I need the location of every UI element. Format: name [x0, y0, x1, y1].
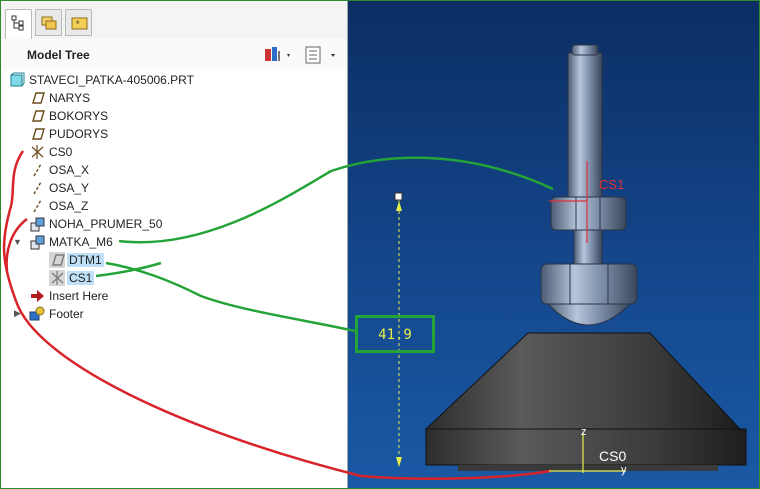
dimension-value[interactable]: 41.9	[358, 327, 432, 343]
window-frame: * Model Tree STAVECI_PATKA-405006.PRT NA…	[0, 0, 760, 489]
cs1-label: CS1	[599, 177, 625, 192]
cs0-label: CS0	[599, 448, 627, 464]
green-annotation-line	[118, 156, 554, 244]
annotation-overlay	[2, 150, 626, 480]
dimension-arrow-icon	[396, 457, 402, 467]
green-annotation-line	[105, 261, 356, 333]
dimension-callout[interactable]: 41.9	[355, 315, 435, 353]
dimension-handle[interactable]	[394, 192, 403, 201]
z-axis-label: z	[581, 426, 587, 438]
red-annotation-line	[5, 218, 28, 272]
dimension-arrow-icon	[396, 201, 402, 211]
y-axis-label: y	[621, 464, 627, 476]
